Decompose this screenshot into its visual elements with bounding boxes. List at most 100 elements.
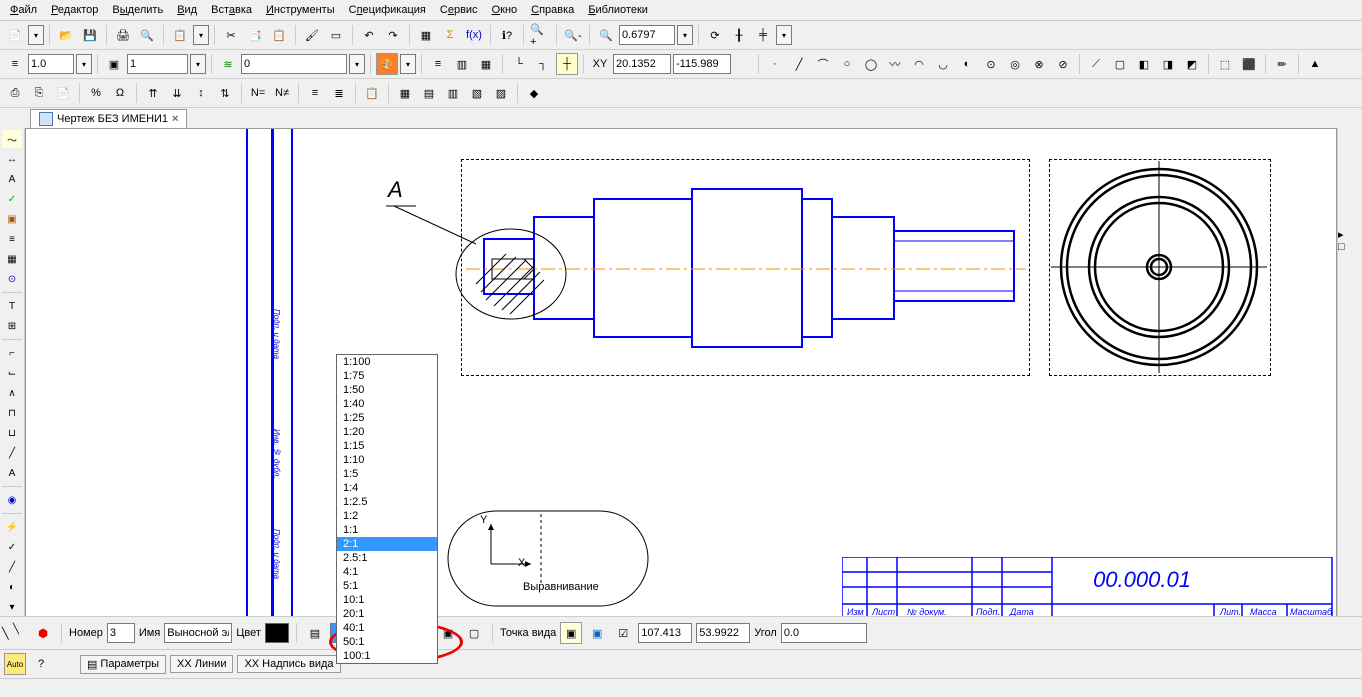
scale-opt[interactable]: 1:1 bbox=[337, 523, 437, 537]
e14[interactable]: 📋 bbox=[361, 82, 383, 104]
zoom-fit-icon[interactable]: 🔍 bbox=[595, 24, 617, 46]
scale-opt[interactable]: 20:1 bbox=[337, 607, 437, 621]
scale-opt[interactable]: 1:75 bbox=[337, 369, 437, 383]
menu-help[interactable]: Справка bbox=[525, 2, 580, 18]
zoom-input[interactable] bbox=[619, 25, 675, 45]
xy-icon[interactable]: XY bbox=[589, 53, 611, 75]
scale-opt[interactable]: 4:1 bbox=[337, 565, 437, 579]
tab-lines[interactable]: XX Линии bbox=[170, 655, 233, 673]
ortho-icon[interactable]: └ bbox=[508, 53, 530, 75]
e6[interactable]: ⇈ bbox=[142, 82, 164, 104]
scale-dropdown-list[interactable]: 1:100 1:75 1:50 1:40 1:25 1:20 1:15 1:10… bbox=[336, 354, 438, 664]
scale-icon[interactable]: ▤ bbox=[304, 622, 326, 644]
zoom-out-icon[interactable]: 🔍- bbox=[562, 24, 584, 46]
sb-k[interactable]: ╱ bbox=[2, 444, 22, 462]
help2-icon[interactable]: ? bbox=[30, 653, 52, 675]
pb-e[interactable]: ☑ bbox=[612, 622, 634, 644]
e16[interactable]: ▤ bbox=[418, 82, 440, 104]
prop-icon[interactable]: 📋 bbox=[169, 24, 191, 46]
sb-q[interactable]: ◐ bbox=[2, 578, 22, 596]
c16-icon[interactable]: ▲ bbox=[1304, 53, 1326, 75]
color-swatch[interactable] bbox=[265, 623, 289, 643]
menu-window[interactable]: Окно bbox=[486, 2, 524, 18]
vars-icon[interactable]: Σ bbox=[439, 24, 461, 46]
layers-icon[interactable]: ▦ bbox=[415, 24, 437, 46]
sb-e[interactable]: ⊙ bbox=[2, 270, 22, 288]
e12[interactable]: ≡ bbox=[304, 82, 326, 104]
e3[interactable]: 📄 bbox=[52, 82, 74, 104]
c10-icon[interactable]: ◧ bbox=[1133, 53, 1155, 75]
sb-i[interactable]: ⊓ bbox=[2, 404, 22, 422]
tb-c[interactable]: ▦ bbox=[475, 53, 497, 75]
scale-opt[interactable]: 1:15 bbox=[337, 439, 437, 453]
color-icon[interactable]: 🎨 bbox=[376, 53, 398, 75]
spline-icon[interactable]: 〰 bbox=[884, 53, 906, 75]
style-icon[interactable]: ≋ bbox=[217, 53, 239, 75]
e8[interactable]: ↕ bbox=[190, 82, 212, 104]
sb-f[interactable]: ⌐ bbox=[2, 344, 22, 362]
pb-d[interactable]: ▣ bbox=[586, 622, 608, 644]
scale-opt[interactable]: 2.5:1 bbox=[337, 551, 437, 565]
sb-r[interactable]: ▾ bbox=[2, 598, 22, 616]
line-width-input[interactable] bbox=[28, 54, 74, 74]
sb-b[interactable]: ▣ bbox=[2, 210, 22, 228]
scale-opt[interactable]: 1:10 bbox=[337, 453, 437, 467]
tochka-x[interactable] bbox=[638, 623, 692, 643]
ugol-input[interactable] bbox=[781, 623, 867, 643]
scale-opt[interactable]: 1:20 bbox=[337, 425, 437, 439]
circle-icon[interactable]: ○ bbox=[836, 53, 858, 75]
tab-drawing[interactable]: Чертеж БЕЗ ИМЕНИ1 × bbox=[30, 109, 187, 128]
scale-opt[interactable]: 5:1 bbox=[337, 579, 437, 593]
preview-icon[interactable]: 🔍 bbox=[136, 24, 158, 46]
layer-icon[interactable]: ▣ bbox=[103, 53, 125, 75]
coord-y-input[interactable] bbox=[673, 54, 731, 74]
sb-n[interactable]: ⚡ bbox=[2, 518, 22, 536]
c8-icon[interactable]: ⟋ bbox=[1085, 53, 1107, 75]
e19[interactable]: ▨ bbox=[490, 82, 512, 104]
menu-spec[interactable]: Спецификация bbox=[343, 2, 432, 18]
scale-opt[interactable]: 1:100 bbox=[337, 355, 437, 369]
eraser-icon[interactable]: ▭ bbox=[325, 24, 347, 46]
pb-c[interactable]: ▣ bbox=[560, 622, 582, 644]
e4[interactable]: % bbox=[85, 82, 107, 104]
rb-1[interactable]: ▸ bbox=[1338, 228, 1362, 241]
sb-edit[interactable]: ✓ bbox=[2, 190, 22, 208]
tab-caption[interactable]: XX Надпись вида bbox=[237, 655, 340, 673]
drawing-canvas[interactable]: А bbox=[25, 128, 1337, 693]
pt-icon[interactable]: · bbox=[764, 53, 786, 75]
arc-icon[interactable]: ⌒ bbox=[812, 53, 834, 75]
sb-text[interactable]: T bbox=[2, 297, 22, 315]
c7-icon[interactable]: ⊘ bbox=[1052, 53, 1074, 75]
grid-icon[interactable]: ┼ bbox=[556, 53, 578, 75]
rb-2[interactable]: □ bbox=[1338, 241, 1362, 253]
c9-icon[interactable]: ▢ bbox=[1109, 53, 1131, 75]
c15-icon[interactable]: ✏ bbox=[1271, 53, 1293, 75]
c12-icon[interactable]: ◩ bbox=[1181, 53, 1203, 75]
menu-select[interactable]: Выделить bbox=[106, 2, 169, 18]
sb-h[interactable]: ∧ bbox=[2, 384, 22, 402]
print-icon[interactable]: 🖨 bbox=[112, 24, 134, 46]
coord-x-input[interactable] bbox=[613, 54, 671, 74]
e20[interactable]: ◆ bbox=[523, 82, 545, 104]
menu-tools[interactable]: Инструменты bbox=[260, 2, 341, 18]
tb-a[interactable]: ≡ bbox=[427, 53, 449, 75]
e17[interactable]: ▥ bbox=[442, 82, 464, 104]
c14-icon[interactable]: ⬛ bbox=[1238, 53, 1260, 75]
prop-dd[interactable]: ▾ bbox=[193, 25, 209, 45]
scale-opt[interactable]: 1:2 bbox=[337, 509, 437, 523]
scale-opt[interactable]: 1:25 bbox=[337, 411, 437, 425]
refresh-icon[interactable]: ⟳ bbox=[704, 24, 726, 46]
menubar[interactable]: Файл Редактор Выделить Вид Вставка Инстр… bbox=[0, 0, 1362, 21]
c6-icon[interactable]: ⊗ bbox=[1028, 53, 1050, 75]
c13-icon[interactable]: ⬚ bbox=[1214, 53, 1236, 75]
perp-icon[interactable]: ┐ bbox=[532, 53, 554, 75]
tb-b[interactable]: ▥ bbox=[451, 53, 473, 75]
snap-dd[interactable]: ▾ bbox=[776, 25, 792, 45]
pb-b[interactable]: ▢ bbox=[463, 622, 485, 644]
scale-opt[interactable]: 50:1 bbox=[337, 635, 437, 649]
c4-icon[interactable]: ⊙ bbox=[980, 53, 1002, 75]
cut-icon[interactable]: ✂ bbox=[220, 24, 242, 46]
tochka-y[interactable] bbox=[696, 623, 750, 643]
scale-opt[interactable]: 40:1 bbox=[337, 621, 437, 635]
e13[interactable]: ≣ bbox=[328, 82, 350, 104]
